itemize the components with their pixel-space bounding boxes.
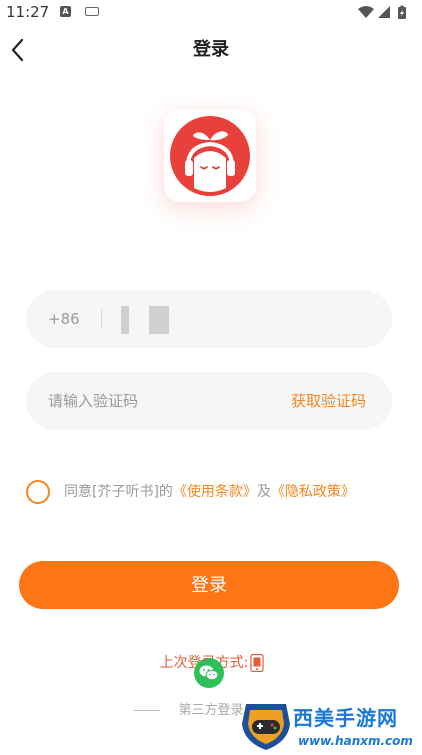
agreement-text: 同意[芥子听书]的《使用条款》及《隐私政策》 [64, 479, 355, 505]
agreement-conjunction: 及 [256, 484, 271, 500]
app-logo [164, 110, 256, 202]
get-code-button[interactable]: 获取验证码 [291, 372, 366, 430]
phone-icon [250, 654, 264, 672]
nav-bar: 登录 [0, 28, 422, 72]
battery-charging-icon [398, 5, 406, 19]
verification-code-input[interactable] [48, 372, 268, 430]
phone-redaction-mask [121, 306, 129, 334]
agreement-prefix: 同意[芥子听书]的 [64, 484, 173, 500]
system-status-icons [358, 5, 406, 19]
terms-link[interactable]: 《使用条款》 [173, 484, 257, 500]
wechat-login-button[interactable] [194, 658, 224, 688]
agreement-checkbox[interactable] [26, 480, 50, 504]
verification-code-field: 获取验证码 [26, 372, 392, 430]
phone-redaction-mask [149, 306, 169, 334]
agreement-row: 同意[芥子听书]的《使用条款》及《隐私政策》 [26, 479, 406, 505]
login-button[interactable]: 登录 [19, 561, 399, 609]
page-title: 登录 [193, 39, 229, 60]
wechat-icon [199, 665, 219, 681]
watermark-url: www.hanxm.com [298, 734, 413, 748]
privacy-link[interactable]: 《隐私政策》 [271, 484, 355, 500]
signal-icon [378, 6, 390, 18]
app-logo-icon [170, 116, 250, 196]
wifi-icon [358, 6, 374, 18]
gamepad-logo-icon [242, 704, 290, 750]
watermark-title: 西美手游网 [293, 706, 398, 730]
phone-field: +86 [26, 290, 392, 348]
keyboard-icon [85, 7, 99, 16]
field-divider [101, 309, 102, 329]
status-bar: 11:27 A [0, 0, 422, 24]
status-time: 11:27 [6, 3, 50, 21]
country-code-selector[interactable]: +86 [48, 290, 80, 348]
watermark: 西美手游网 www.hanxm.com [238, 696, 422, 755]
a-notification-icon: A [60, 6, 71, 17]
